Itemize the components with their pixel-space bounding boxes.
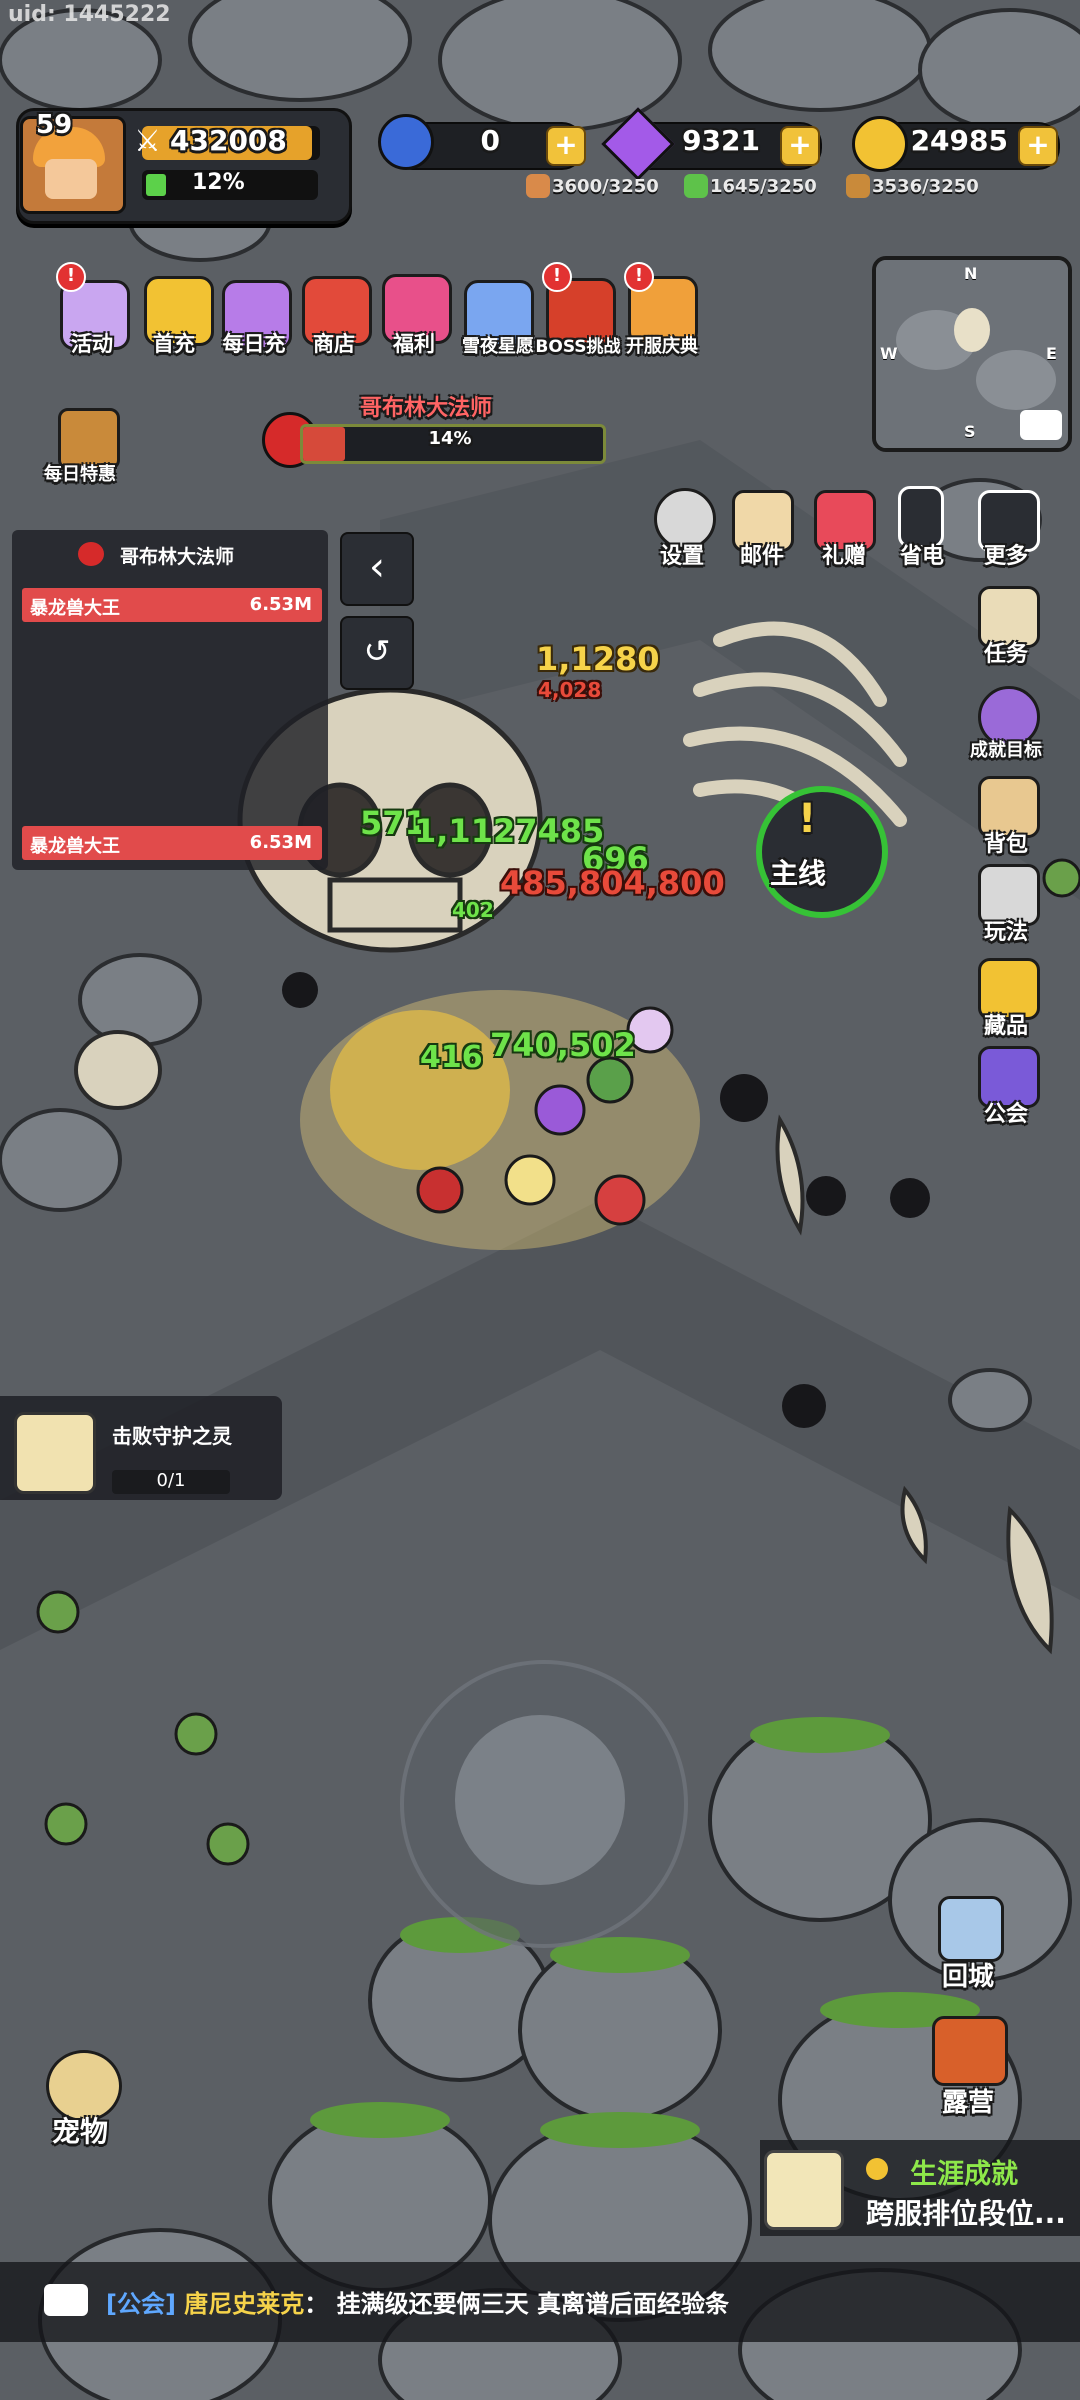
uid-label: uid: 1445222 (8, 2, 171, 27)
currency-gold-value: 24985 (910, 124, 1008, 157)
damage-number: 4,028 (538, 678, 602, 702)
collapse-panel-button[interactable]: ‹ (340, 532, 414, 606)
exp-bar-fill (146, 174, 166, 196)
rank-row-value: 6.53M (249, 832, 312, 853)
damage-number: 416 (420, 1040, 483, 1075)
joystick-knob[interactable] (455, 1715, 625, 1885)
tent-icon[interactable] (932, 2016, 1008, 2086)
swords-icon: ⚔ (134, 124, 161, 159)
damage-number: 1,1127485 (414, 812, 605, 850)
more-label[interactable]: 更多 (956, 538, 1056, 570)
boss-hp-percent: 14% (428, 428, 472, 449)
combat-power: 432008 (170, 124, 287, 157)
boss-mini-icon (78, 542, 104, 566)
currency-moon-value: 0 (480, 124, 500, 157)
chat-user[interactable]: 唐尼史莱克 (184, 2290, 304, 2318)
chat-separator: ： (304, 2290, 329, 2318)
collection-label[interactable]: 藏品 (956, 1008, 1056, 1040)
chat-text: 挂满级还要俩三天 真离谱后面经验条 (336, 2290, 730, 2318)
exp-percent: 12% (192, 170, 245, 195)
moon-icon (378, 114, 434, 170)
backpack-label[interactable]: 背包 (956, 826, 1056, 858)
damage-number: 485,804,800 (500, 864, 725, 902)
compass-w: W (880, 344, 898, 363)
compass-n: N (964, 264, 978, 283)
damage-number: 402 (452, 898, 494, 922)
task-name: 击败守护之灵 (112, 1424, 232, 1448)
history-clock-button[interactable]: ↺ (340, 616, 414, 690)
chat-bubble-icon[interactable] (44, 2284, 88, 2316)
rank-row-value: 6.53M (249, 594, 312, 615)
badge-activity: ! (56, 262, 86, 292)
resource-bread: 3536/3250 (872, 176, 979, 197)
daily-deal-label[interactable]: 每日特惠 (44, 460, 144, 486)
gold-coin-icon (852, 116, 908, 172)
achievement-goal-label[interactable]: 成就目标 (956, 736, 1056, 762)
rank-row: 暴龙兽大王 6.53M (22, 588, 322, 622)
currency-gem-value: 9321 (682, 124, 760, 157)
avatar-face (45, 159, 97, 199)
tasks-label[interactable]: 任务 (956, 636, 1056, 668)
trophy-icon (866, 2158, 888, 2180)
camp-label[interactable]: 露营 (918, 2082, 1018, 2119)
achievement-title: 生涯成就 (910, 2159, 1018, 2190)
rank-panel-title: 哥布林大法师 (120, 546, 235, 568)
gold-coin-task-icon (14, 1412, 96, 1494)
leaf-icon (684, 174, 708, 198)
badge-celebration: ! (624, 262, 654, 292)
rank-row-name: 暴龙兽大王 (30, 598, 120, 619)
resource-meat: 3600/3250 (552, 176, 659, 197)
gameplay-label[interactable]: 玩法 (956, 914, 1056, 946)
return-city-portal-icon[interactable] (938, 1896, 1004, 1962)
compass-s: S (964, 422, 976, 441)
bread-icon (846, 174, 870, 198)
add-gem-button[interactable]: + (780, 126, 820, 166)
exclamation-icon: ! (798, 796, 817, 842)
add-gold-button[interactable]: + (1018, 126, 1058, 166)
damage-ranking-panel (12, 530, 328, 870)
rank-row-name: 暴龙兽大王 (30, 836, 120, 857)
camera-icon[interactable] (1020, 410, 1062, 440)
chat-message[interactable]: [公会] 唐尼史莱克： 挂满级还要俩三天 真离谱后面经验条 (106, 2284, 729, 2319)
badge-boss: ! (542, 262, 572, 292)
main-quest-label[interactable]: 主线 (770, 852, 826, 892)
menu-celebration-label[interactable]: 开服庆典 (612, 332, 712, 358)
add-moon-button[interactable]: + (546, 126, 586, 166)
achievement-subtitle: 跨服排位段位... (866, 2197, 1066, 2230)
meat-icon (526, 174, 550, 198)
resource-leaf: 1645/3250 (710, 176, 817, 197)
pet-label[interactable]: 宠物 (30, 2110, 130, 2150)
boss-name: 哥布林大法师 (360, 396, 493, 421)
guild-label[interactable]: 公会 (956, 1096, 1056, 1128)
damage-number: 1,1280 (536, 640, 660, 678)
achievement-badge-icon (764, 2150, 844, 2230)
return-city-label[interactable]: 回城 (918, 1956, 1018, 1993)
task-progress: 0/1 (112, 1470, 230, 1494)
rank-row: 暴龙兽大王 6.53M (22, 826, 322, 860)
damage-number: 740,502 (490, 1026, 636, 1064)
chat-channel: [公会] (106, 2290, 176, 2318)
player-level: 59 (36, 110, 73, 140)
compass-e: E (1046, 344, 1057, 363)
